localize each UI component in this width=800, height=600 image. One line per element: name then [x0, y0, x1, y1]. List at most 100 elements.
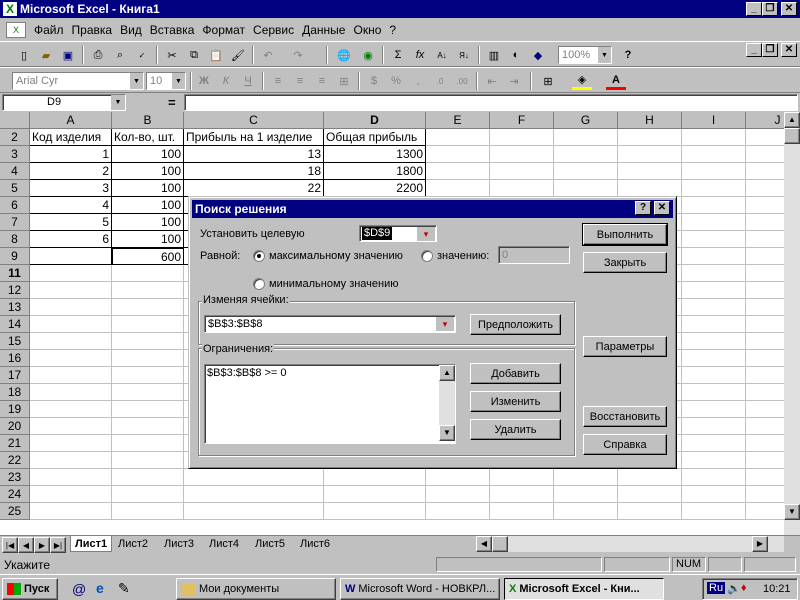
merge-center-icon[interactable]: ⊞: [334, 72, 354, 90]
column-header[interactable]: I: [682, 112, 746, 129]
table-cell[interactable]: [30, 282, 112, 299]
table-cell[interactable]: 1: [30, 146, 112, 163]
fill-color-icon[interactable]: ◈: [572, 72, 592, 90]
bold-icon[interactable]: Ж: [194, 72, 214, 90]
table-cell[interactable]: 600: [112, 248, 184, 265]
table-cell[interactable]: 18: [184, 163, 324, 180]
menu-window[interactable]: Окно: [349, 23, 385, 37]
row-header[interactable]: 16: [0, 350, 30, 367]
menu-help[interactable]: ?: [385, 23, 400, 37]
first-sheet-icon[interactable]: |◀: [2, 537, 18, 553]
table-cell[interactable]: [618, 163, 682, 180]
row-header[interactable]: 20: [0, 418, 30, 435]
dialog-help-icon[interactable]: ?: [635, 201, 651, 215]
radio-max[interactable]: [253, 250, 265, 262]
table-cell[interactable]: [426, 129, 490, 146]
table-cell[interactable]: [682, 146, 746, 163]
table-cell[interactable]: [682, 452, 746, 469]
minimize-button[interactable]: _: [746, 2, 762, 16]
table-cell[interactable]: [30, 299, 112, 316]
row-header[interactable]: 23: [0, 469, 30, 486]
row-header[interactable]: 25: [0, 503, 30, 520]
scroll-down-icon[interactable]: ▼: [784, 504, 800, 520]
column-header[interactable]: D: [324, 112, 426, 129]
radio-value-label[interactable]: значению:: [437, 250, 489, 262]
table-cell[interactable]: [112, 333, 184, 350]
align-right-icon[interactable]: ≡: [312, 72, 332, 90]
table-cell[interactable]: [490, 503, 554, 520]
table-cell[interactable]: [30, 333, 112, 350]
table-cell[interactable]: [490, 469, 554, 486]
row-header[interactable]: 12: [0, 282, 30, 299]
language-indicator[interactable]: Ru: [707, 582, 726, 594]
row-header[interactable]: 11: [0, 265, 30, 282]
sort-desc-icon[interactable]: Я↓: [454, 46, 474, 64]
table-cell[interactable]: [112, 350, 184, 367]
add-constraint-button[interactable]: Добавить: [470, 363, 561, 384]
row-header[interactable]: 8: [0, 231, 30, 248]
table-cell[interactable]: [30, 316, 112, 333]
chevron-down-icon[interactable]: ▼: [171, 73, 185, 89]
table-cell[interactable]: 1300: [324, 146, 426, 163]
row-header[interactable]: 22: [0, 452, 30, 469]
next-sheet-icon[interactable]: ▶: [34, 537, 50, 553]
name-box[interactable]: D9 ▼: [2, 94, 126, 111]
scroll-up-icon[interactable]: ▲: [439, 365, 455, 381]
column-header[interactable]: C: [184, 112, 324, 129]
percent-icon[interactable]: %: [386, 72, 406, 90]
table-cell[interactable]: [618, 129, 682, 146]
table-cell[interactable]: [682, 214, 746, 231]
preview-icon[interactable]: ⌕: [110, 46, 130, 64]
column-header[interactable]: G: [554, 112, 618, 129]
table-cell[interactable]: [490, 180, 554, 197]
radio-min-label[interactable]: минимальному значению: [269, 278, 399, 290]
undo-icon[interactable]: ↶: [258, 46, 278, 64]
table-cell[interactable]: [490, 146, 554, 163]
horizontal-scrollbar[interactable]: ◀ ▶: [476, 536, 784, 552]
table-cell[interactable]: [30, 350, 112, 367]
table-cell[interactable]: [618, 486, 682, 503]
table-cell[interactable]: [682, 333, 746, 350]
row-header[interactable]: 2: [0, 129, 30, 146]
menu-tools[interactable]: Сервис: [249, 23, 298, 37]
table-cell[interactable]: [682, 367, 746, 384]
comma-icon[interactable]: ,: [408, 72, 428, 90]
sort-asc-icon[interactable]: A↓: [432, 46, 452, 64]
font-color-icon[interactable]: A: [606, 72, 626, 90]
table-cell[interactable]: 100: [112, 197, 184, 214]
print-icon[interactable]: ⎙: [88, 46, 108, 64]
row-header[interactable]: 6: [0, 197, 30, 214]
table-cell[interactable]: [682, 316, 746, 333]
table-cell[interactable]: [324, 503, 426, 520]
table-cell[interactable]: 2200: [324, 180, 426, 197]
table-cell[interactable]: [682, 248, 746, 265]
table-cell[interactable]: [618, 180, 682, 197]
table-cell[interactable]: [682, 163, 746, 180]
row-header[interactable]: 13: [0, 299, 30, 316]
guess-button[interactable]: Предположить: [470, 314, 561, 335]
table-cell[interactable]: [112, 299, 184, 316]
prev-sheet-icon[interactable]: ◀: [18, 537, 34, 553]
options-button[interactable]: Параметры: [583, 336, 667, 357]
table-cell[interactable]: [324, 486, 426, 503]
format-painter-icon[interactable]: 🖌: [228, 46, 248, 64]
increase-indent-icon[interactable]: ⇥: [504, 72, 524, 90]
target-cell-input[interactable]: $D$9 ▾: [359, 225, 437, 242]
decrease-decimal-icon[interactable]: .00: [452, 72, 472, 90]
constraint-item[interactable]: $B$3:$B$8 >= 0: [207, 367, 287, 379]
function-icon[interactable]: fx: [410, 46, 430, 64]
copy-icon[interactable]: ⧉: [184, 46, 204, 64]
table-cell[interactable]: [682, 401, 746, 418]
column-header[interactable]: E: [426, 112, 490, 129]
table-cell[interactable]: [682, 503, 746, 520]
table-cell[interactable]: [682, 299, 746, 316]
table-cell[interactable]: Кол-во, шт.: [112, 129, 184, 146]
row-header[interactable]: 4: [0, 163, 30, 180]
sheet-tab-4[interactable]: Лист4: [205, 536, 243, 552]
autosum-icon[interactable]: Σ: [388, 46, 408, 64]
chart-wizard-icon[interactable]: ▥: [484, 46, 504, 64]
table-cell[interactable]: [682, 384, 746, 401]
table-cell[interactable]: [490, 486, 554, 503]
table-cell[interactable]: [618, 503, 682, 520]
table-cell[interactable]: [112, 367, 184, 384]
